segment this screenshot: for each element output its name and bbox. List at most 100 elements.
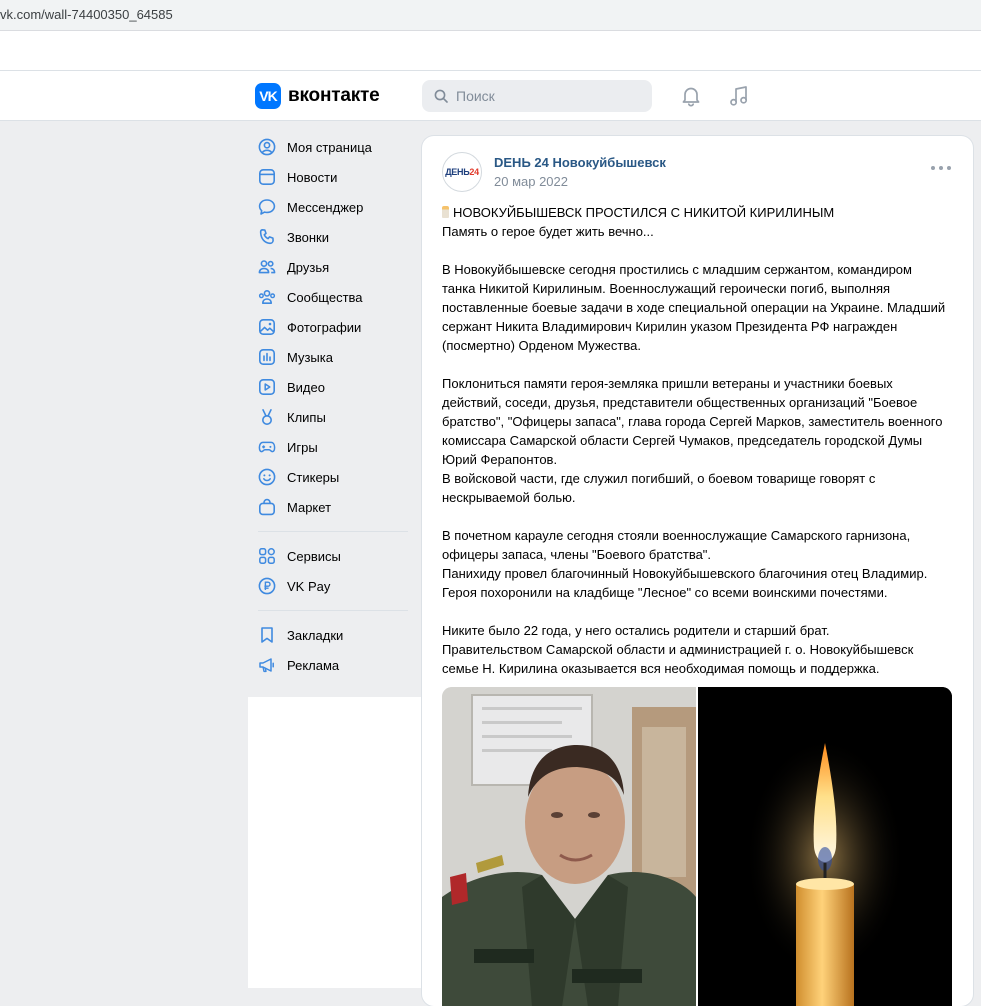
post-text-line: (посмертно) Орденом Мужества. (442, 338, 641, 353)
post-text-line: В почетном карауле сегодня стояли военно… (442, 528, 911, 543)
post-text-line: братство", "Офицеры запаса", глава город… (442, 414, 943, 429)
sidebar-item-label: Мессенджер (287, 199, 364, 215)
sidebar-item-clips[interactable]: Клипы (248, 402, 418, 432)
candle-icon (442, 206, 449, 218)
post-text-line: Панихиду провел благочинный Новокуйбышев… (442, 566, 928, 581)
post-text-line (442, 507, 962, 526)
post-text-line (442, 241, 962, 260)
message-icon (258, 198, 276, 216)
vkpay-icon (258, 577, 276, 595)
sidebar-item-friends[interactable]: Друзья (248, 252, 418, 282)
photo-candle[interactable] (698, 687, 952, 1006)
sidebar-item-label: Стикеры (287, 469, 340, 485)
sidebar-item-music[interactable]: Музыка (248, 342, 418, 372)
sidebar-item-ads[interactable]: Реклама (248, 650, 418, 680)
market-icon (258, 498, 276, 516)
sidebar-item-label: Новости (287, 169, 338, 185)
bookmark-icon (258, 626, 276, 644)
post-text-line: В войсковой части, где служил погибший, … (442, 471, 876, 486)
photo-icon (258, 318, 276, 336)
post-text-line (442, 602, 962, 621)
sidebar-divider (258, 531, 408, 532)
browser-address-bar[interactable]: vk.com/wall-74400350_64585 (0, 0, 981, 31)
communities-icon (258, 288, 276, 306)
post-text-line: нескрываемой болью. (442, 490, 576, 505)
post-text-line: семье Н. Кирилина оказывается вся необхо… (442, 661, 880, 676)
post-photos (442, 687, 952, 1006)
post-text-line: В Новокуйбышевске сегодня простились с м… (442, 262, 912, 277)
post-text-line: офицеры запаса, члены "Боевого братства"… (442, 547, 712, 562)
sidebar-item-label: Друзья (287, 259, 330, 275)
sidebar-item-label: Реклама (287, 657, 340, 673)
group-avatar-logo: ДЕНЬ24 (445, 167, 479, 177)
sidebar-divider (258, 610, 408, 611)
more-options-icon[interactable] (931, 164, 951, 172)
browser-toolbar-strip (0, 31, 981, 71)
search-box[interactable] (422, 80, 652, 112)
post-text-line: комиссара Самарской области Сергей Чумак… (442, 433, 923, 448)
post-text-line: Героя похоронили на кладбище "Лесное" со… (442, 585, 888, 600)
group-avatar[interactable]: ДЕНЬ24 (442, 152, 482, 192)
vk-header: VK вконтакте (0, 71, 981, 121)
bell-icon[interactable] (679, 84, 703, 108)
sidebar-item-bookmarks[interactable]: Закладки (248, 620, 418, 650)
sidebar-item-label: VK Pay (287, 578, 331, 594)
post-text-line: танка Никитой Кирилиным. Военнослужащий … (442, 281, 891, 296)
services-icon (258, 547, 276, 565)
sidebar-item-label: Моя страница (287, 139, 372, 155)
post-text-line: Правительством Самарской области и админ… (442, 642, 914, 657)
megaphone-icon (258, 656, 276, 674)
search-input[interactable] (456, 88, 636, 104)
page-background-left (0, 122, 248, 988)
post-text-line: Никите было 22 года, у него остались род… (442, 623, 830, 638)
sidebar-item-label: Музыка (287, 349, 333, 365)
user-circle-icon (258, 138, 276, 156)
sidebar-item-calls[interactable]: Звонки (248, 222, 418, 252)
vk-logo[interactable]: VK вконтакте (255, 83, 380, 109)
post-date[interactable]: 20 мар 2022 (494, 174, 568, 189)
post-text-line (442, 355, 962, 374)
url-text[interactable]: vk.com/wall-74400350_64585 (0, 7, 173, 22)
vk-logo-icon: VK (255, 83, 281, 109)
blank-area (248, 697, 423, 988)
photo-soldier[interactable] (442, 687, 696, 1006)
news-icon (258, 168, 276, 186)
post-text-line: Юрий Ферапонтов. (442, 452, 558, 467)
post-text-line: Память о герое будет жить вечно... (442, 224, 654, 239)
sidebar-item-market[interactable]: Маркет (248, 492, 418, 522)
sidebar-item-label: Звонки (287, 229, 329, 245)
video-icon (258, 378, 276, 396)
sidebar-item-photos[interactable]: Фотографии (248, 312, 418, 342)
phone-icon (258, 228, 276, 246)
sidebar-item-games[interactable]: Игры (248, 432, 418, 462)
left-sidebar: Моя страница Новости Мессенджер Звонки Д… (248, 132, 418, 680)
clips-icon (258, 408, 276, 426)
sidebar-item-label: Закладки (287, 627, 344, 643)
smile-icon (258, 468, 276, 486)
sidebar-item-communities[interactable]: Сообщества (248, 282, 418, 312)
sidebar-item-my-page[interactable]: Моя страница (248, 132, 418, 162)
sidebar-item-messenger[interactable]: Мессенджер (248, 192, 418, 222)
sidebar-item-label: Фотографии (287, 319, 362, 335)
group-name-link[interactable]: DEНЬ 24 Новокуйбышевск (494, 155, 666, 170)
sidebar-item-label: Маркет (287, 499, 332, 515)
sidebar-item-label: Сервисы (287, 548, 341, 564)
post-text-line: Поклониться памяти героя-земляка пришли … (442, 376, 893, 391)
post-text-line: действий, соседи, друзья, представители … (442, 395, 918, 410)
sidebar-item-stickers[interactable]: Стикеры (248, 462, 418, 492)
wall-post: ДЕНЬ24 DEНЬ 24 Новокуйбышевск 20 мар 202… (422, 136, 973, 1006)
music-icon[interactable] (727, 84, 751, 108)
sidebar-item-label: Клипы (287, 409, 326, 425)
sidebar-item-vkpay[interactable]: VK Pay (248, 571, 418, 601)
post-text: НОВОКУЙБЫШЕВСК ПРОСТИЛСЯ С НИКИТОЙ КИРИЛ… (442, 203, 962, 678)
post-text-line: НОВОКУЙБЫШЕВСК ПРОСТИЛСЯ С НИКИТОЙ КИРИЛ… (442, 203, 962, 222)
sidebar-item-label: Сообщества (287, 289, 363, 305)
candle-illustration (698, 687, 952, 1006)
sidebar-item-video[interactable]: Видео (248, 372, 418, 402)
sidebar-item-services[interactable]: Сервисы (248, 541, 418, 571)
post-text-line: сержант Никита Владимирович Кирилин указ… (442, 319, 898, 334)
soldier-portrait-illustration (442, 687, 696, 1006)
search-icon (434, 89, 448, 103)
sidebar-item-news[interactable]: Новости (248, 162, 418, 192)
friends-icon (258, 258, 276, 276)
